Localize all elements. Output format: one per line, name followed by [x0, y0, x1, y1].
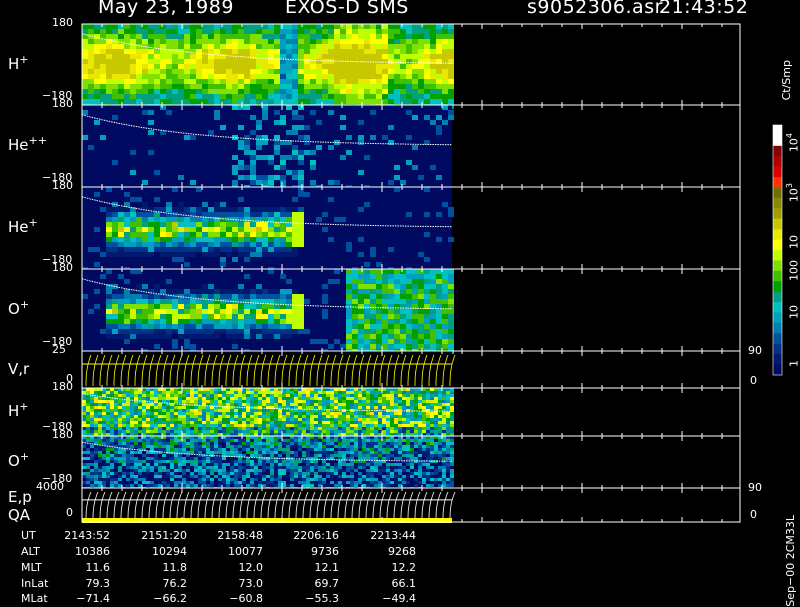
footer-cell: −55.3 [305, 592, 339, 605]
colorbar-swatch [773, 177, 782, 188]
footer-cell: 10077 [228, 545, 263, 558]
panel-2-spectrogram [82, 187, 454, 272]
colorbar-tick-label: 10 [785, 305, 800, 319]
footer-row-label: UT [21, 529, 36, 542]
panel-7-axis-top: 4000 [36, 480, 64, 493]
footer-row-label: MLat [21, 592, 48, 605]
colorbar-swatch [773, 281, 782, 292]
panel-3-axis-top: 180 [52, 261, 73, 274]
colorbar-tick-label: 103 [785, 183, 800, 202]
footer-cell: 9736 [311, 545, 339, 558]
footer-cell: 9268 [388, 545, 416, 558]
footer-cell: −71.4 [76, 592, 110, 605]
panel-0-species-label: H+ [8, 53, 29, 73]
panel-0-spectrogram [82, 24, 454, 109]
footer-cell: 66.1 [392, 577, 417, 590]
colorbar-swatch [773, 323, 782, 334]
panel-6-species-label: O+ [8, 450, 29, 470]
colorbar-swatch [773, 240, 782, 251]
colorbar-tick-label: 10 [785, 235, 800, 249]
panel-5-spectrogram [82, 388, 454, 436]
footer-cell: −66.2 [153, 592, 187, 605]
footer-cell: 10294 [152, 545, 187, 558]
spectrogram-plots [0, 0, 800, 600]
panel-4-background [82, 351, 452, 388]
colorbar-swatch [773, 198, 782, 209]
footer-cell: 2206:16 [293, 529, 339, 542]
footer-cell: 11.8 [163, 561, 188, 574]
footer-cell: 2143:52 [64, 529, 110, 542]
colorbar-swatch [773, 302, 782, 313]
panel-3-spectrogram [82, 269, 454, 354]
panel-4-lines [82, 351, 455, 388]
footer-row-label: ALT [21, 545, 40, 558]
colorbar-swatch [773, 313, 782, 324]
colorbar-swatch [773, 208, 782, 219]
footer-cell: 11.6 [86, 561, 111, 574]
colorbar-swatch [773, 365, 782, 376]
footer-cell: 73.0 [239, 577, 264, 590]
panel-6-spectrogram [82, 436, 454, 490]
panel-1-spectrogram [82, 105, 454, 190]
panel-3-species-label: O+ [8, 298, 29, 318]
colorbar-swatch [773, 219, 782, 230]
colorbar-tick-label: 104 [785, 133, 800, 152]
colorbar-swatch [773, 260, 782, 271]
colorbar-swatch [773, 167, 782, 178]
footer-cell: 10386 [75, 545, 110, 558]
panel-7-background [82, 488, 452, 522]
footer-row-label: MLT [21, 561, 42, 574]
colorbar-swatch [773, 146, 782, 157]
stamp: Sep−00 2CM33L [784, 515, 797, 607]
colorbar-unit: Ct/Smp [780, 60, 793, 100]
panel-7-qa-label: QA [8, 506, 30, 524]
panel-1-species-label: He++ [8, 134, 47, 154]
footer-cell: −60.8 [229, 592, 263, 605]
footer-cell: −49.4 [382, 592, 416, 605]
colorbar-swatch [773, 156, 782, 167]
footer-cell: 12.0 [239, 561, 264, 574]
footer-cell: 2158:48 [217, 529, 263, 542]
colorbar-swatch [773, 333, 782, 344]
panel-7-right-axis-bottom: 0 [750, 508, 757, 521]
panel-7-axis-bottom: 0 [66, 506, 73, 519]
footer-cell: 76.2 [163, 577, 188, 590]
panel-2-axis-top: 180 [52, 179, 73, 192]
colorbar-swatch [773, 125, 782, 136]
panel-1-axis-top: 180 [52, 97, 73, 110]
colorbar-tick-label: 1 [785, 360, 800, 367]
colorbar-swatch [773, 271, 782, 282]
colorbar-swatch [773, 292, 782, 303]
colorbar-swatch [773, 344, 782, 355]
footer-row-label: InLat [21, 577, 48, 590]
colorbar-swatch [773, 135, 782, 146]
footer-cell: 79.3 [86, 577, 111, 590]
panel-7-species-label: E,p [8, 486, 32, 506]
footer-cell: 12.1 [315, 561, 340, 574]
colorbar-swatch [773, 354, 782, 365]
panel-6-axis-top: 180 [52, 428, 73, 441]
panel-5-species-label: H+ [8, 400, 29, 420]
footer-cell: 69.7 [315, 577, 340, 590]
panel-0-axis-top: 180 [52, 16, 73, 29]
panel-7-lines [82, 488, 455, 522]
footer-cell: 12.2 [392, 561, 417, 574]
panel-5-axis-top: 180 [52, 380, 73, 393]
footer-cell: 2151:20 [141, 529, 187, 542]
panel-4-right-axis-bottom: 0 [750, 374, 757, 387]
panel-4-species-label: V,r [8, 358, 29, 378]
panel-4-axis-top: 25 [52, 343, 66, 356]
colorbar-swatch [773, 188, 782, 199]
footer-cell: 2213:44 [370, 529, 416, 542]
panel-4-right-axis-top: 90 [748, 344, 762, 357]
colorbar-swatch [773, 229, 782, 240]
panel-2-species-label: He+ [8, 216, 38, 236]
colorbar-tick-label: 100 [785, 260, 800, 281]
panel-7-right-axis-top: 90 [748, 481, 762, 494]
colorbar-swatch [773, 250, 782, 261]
